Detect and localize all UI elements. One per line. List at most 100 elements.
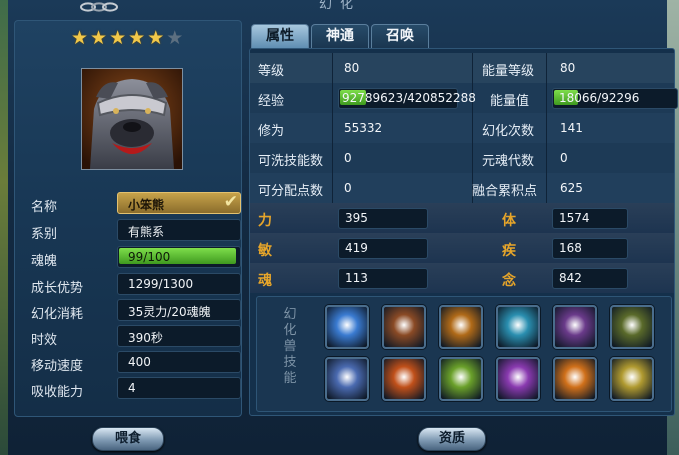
alloc-label: 可分配点数 (258, 184, 324, 199)
name-field[interactable]: 小笨熊 ✔ (117, 192, 241, 214)
cost-label: 幻化消耗 (31, 307, 84, 322)
agility-value: 419 (345, 241, 368, 255)
green-beast-skill-icon[interactable] (610, 305, 654, 349)
level-label: 等级 (258, 64, 285, 79)
speed-row: 移动速度 400 (31, 351, 241, 374)
soul-value: 99/100 (128, 250, 171, 264)
spirit-label: 魂 (258, 273, 272, 289)
filled-star-icon: ★ (147, 27, 165, 49)
tab-abilities[interactable]: 神通 (311, 24, 369, 48)
mind-label: 念 (502, 273, 516, 289)
stat-row-level: 等级 80 能量等级 80 (250, 53, 674, 83)
tab-bar: 属性 神通 召唤 (251, 24, 429, 48)
chain-icon (80, 2, 118, 12)
name-value: 小笨熊 (128, 198, 165, 212)
generation-label: 元魂代数 (482, 154, 535, 169)
filled-star-icon: ★ (128, 27, 146, 49)
duration-row: 时效 390秒 (31, 325, 241, 348)
fire-burst-skill-icon[interactable] (382, 357, 426, 401)
filled-star-icon: ★ (109, 27, 127, 49)
strength-field: 395 (338, 208, 428, 229)
claw-strike-skill-icon[interactable] (382, 305, 426, 349)
cultivation-value: 55332 (344, 121, 383, 135)
growth-row: 成长优势 1299/1300 (31, 273, 241, 296)
wash-value: 0 (344, 151, 352, 165)
blue-orb-skill-icon[interactable] (325, 305, 369, 349)
stat-row-alloc: 可分配点数 0 融合累积点 625 (250, 173, 674, 203)
level-value: 80 (344, 61, 360, 75)
golden-slash-skill-icon[interactable] (439, 305, 483, 349)
green-shield-skill-icon[interactable] (439, 357, 483, 401)
orange-shield-skill-icon[interactable] (553, 357, 597, 401)
skills-section: 幻化兽技能 (256, 296, 672, 412)
strength-value: 395 (345, 211, 368, 225)
confirm-check-icon[interactable]: ✔ (224, 192, 238, 212)
transform-count-label: 幻化次数 (482, 124, 535, 139)
cost-row: 幻化消耗 35灵力/20魂魄 (31, 299, 241, 322)
speed-label: 移动速度 (31, 359, 84, 374)
attr-row-spi-mind: 魂 113 念 842 (250, 263, 674, 293)
growth-value: 1299/1300 (128, 277, 194, 291)
generation-value: 0 (560, 151, 568, 165)
speed-attr-label: 疾 (502, 243, 516, 259)
filled-star-icon: ★ (71, 27, 89, 49)
transform-count-value: 141 (560, 121, 583, 135)
cyan-figure-skill-icon[interactable] (496, 305, 540, 349)
tab-attributes[interactable]: 属性 (251, 24, 309, 48)
type-field: 有熊系 (117, 219, 241, 241)
window-left-edge (0, 0, 8, 455)
energy-level-label: 能量等级 (482, 64, 535, 79)
name-label: 名称 (31, 200, 58, 215)
tab-summon[interactable]: 召唤 (371, 24, 429, 48)
attr-row-agi-spd: 敏 419 疾 168 (250, 233, 674, 263)
absorb-label: 吸收能力 (31, 385, 84, 400)
speed-attr-field: 168 (552, 238, 628, 259)
attributes-panel: 等级 80 能量等级 80 经验 92789623/420852288 能量值 … (249, 48, 678, 416)
growth-label: 成长优势 (31, 281, 84, 296)
speed-field: 400 (117, 351, 241, 373)
absorb-value: 4 (128, 381, 136, 395)
fusion-value: 625 (560, 181, 583, 195)
golden-lightning-skill-icon[interactable] (610, 357, 654, 401)
type-row: 系别 有熊系 (31, 219, 241, 242)
constitution-value: 1574 (559, 211, 590, 225)
stat-row-exp: 经验 92789623/420852288 能量值 18066/92296 (250, 83, 678, 113)
star-rating: ★ ★ ★ ★ ★ ★ (71, 28, 183, 48)
purple-vortex-skill-icon[interactable] (496, 357, 540, 401)
silver-shield-skill-icon[interactable] (325, 357, 369, 401)
constitution-label: 体 (502, 213, 516, 229)
exp-bar: 92789623/420852288 (338, 88, 476, 109)
soul-label: 魂魄 (31, 254, 58, 269)
energy-level-value: 80 (560, 61, 576, 75)
aptitude-button[interactable]: 资质 (418, 427, 486, 451)
spirit-value: 113 (345, 271, 368, 285)
feed-button[interactable]: 喂食 (92, 427, 164, 451)
constitution-field: 1574 (552, 208, 628, 229)
agility-label: 敏 (258, 243, 272, 259)
name-row: 名称 小笨熊 ✔ (31, 192, 241, 215)
type-label: 系别 (31, 227, 58, 242)
agility-field: 419 (338, 238, 428, 259)
attr-row-str-con: 力 395 体 1574 (250, 203, 674, 233)
soul-bar: 99/100 (117, 246, 241, 268)
speed-value: 400 (128, 355, 151, 369)
duration-value: 390秒 (128, 331, 163, 345)
cost-field: 35灵力/20魂魄 (117, 299, 241, 321)
spirit-field: 113 (338, 268, 428, 289)
stat-row-wash: 可洗技能数 0 元魂代数 0 (250, 143, 674, 173)
alloc-value: 0 (344, 181, 352, 195)
duration-label: 时效 (31, 333, 58, 348)
energy-value: 18066/92296 (559, 91, 640, 105)
fusion-label: 融合累积点 (472, 184, 538, 199)
purple-boot-skill-icon[interactable] (553, 305, 597, 349)
energy-bar: 18066/92296 (552, 88, 678, 109)
wash-label: 可洗技能数 (258, 154, 324, 169)
growth-field: 1299/1300 (117, 273, 241, 295)
absorb-row: 吸收能力 4 (31, 377, 241, 400)
bear-avatar-portrait (81, 68, 183, 170)
pet-info-panel: ★ ★ ★ ★ ★ ★ 名称 小笨熊 ✔ 系别 有熊系 魂魄 99/100 成长… (14, 20, 242, 417)
mind-field: 842 (552, 268, 628, 289)
duration-field: 390秒 (117, 325, 241, 347)
soul-row: 魂魄 99/100 (31, 246, 241, 269)
empty-star-icon: ★ (166, 27, 184, 49)
